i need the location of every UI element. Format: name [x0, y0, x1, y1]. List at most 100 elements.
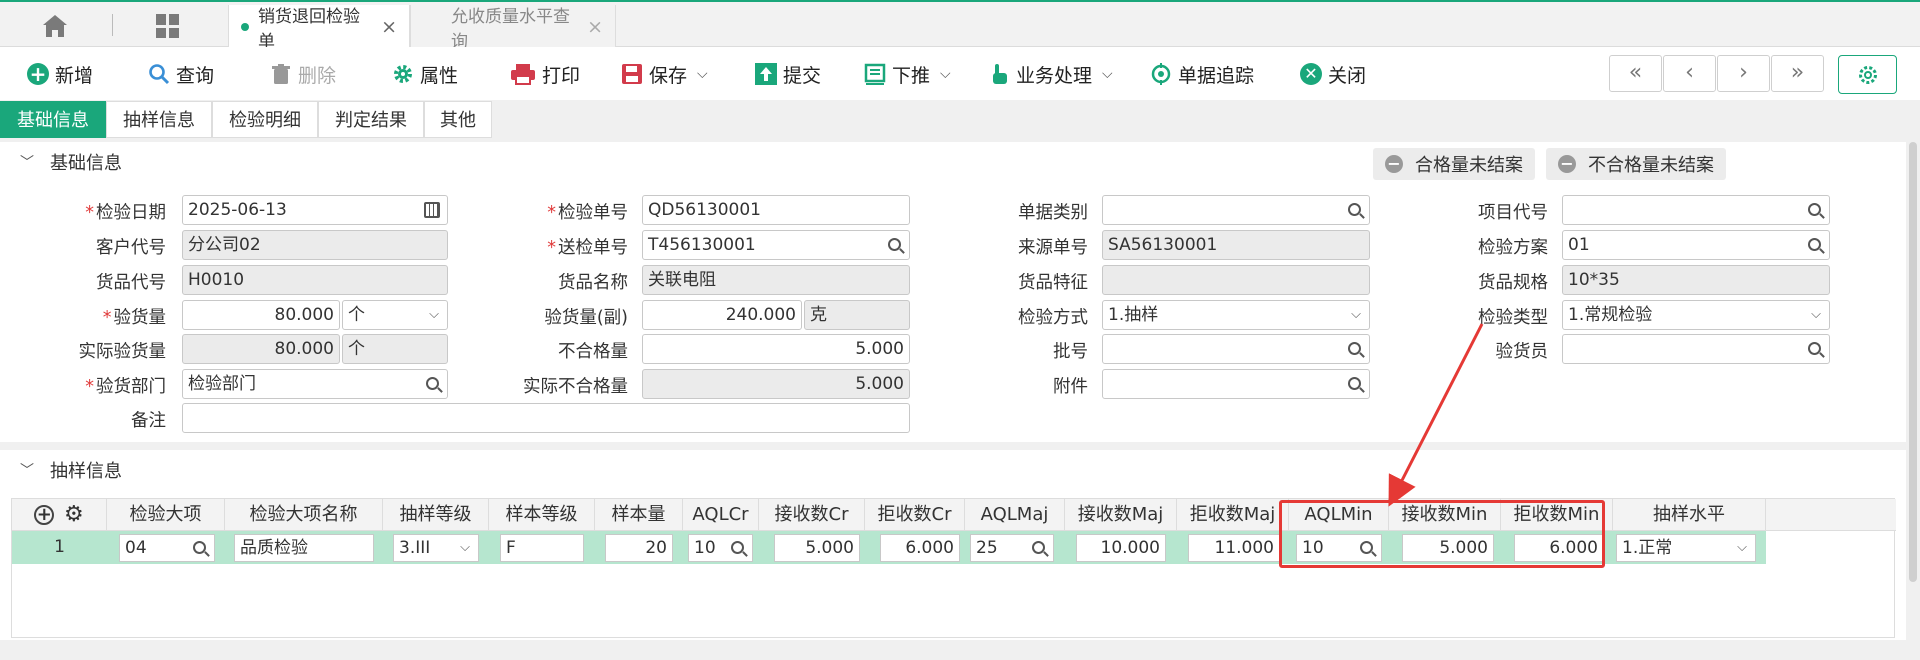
actual-qty-field[interactable]: 80.000 [182, 334, 340, 364]
col-header[interactable]: 检验大项名称 [225, 499, 383, 531]
add-row-icon[interactable]: + [34, 505, 55, 525]
inspect-date-field[interactable]: 2025-06-13 [182, 195, 448, 225]
col-header[interactable]: 拒收数Cr [865, 499, 965, 531]
spec-field[interactable]: 10*35 [1562, 265, 1830, 295]
aql-maj-field[interactable]: 25 [970, 534, 1054, 562]
inspect-no-field[interactable]: QD56130001 [642, 195, 910, 225]
sampling-level-select[interactable]: 1.正常 ⌵ [1616, 534, 1756, 562]
inspector-field[interactable] [1562, 334, 1830, 364]
submit-button[interactable]: 提交 [755, 59, 821, 89]
delete-button[interactable]: 删除 [270, 59, 336, 89]
tab-return-inspection[interactable]: 销货退回检验单 × [228, 5, 410, 52]
chevron-down-icon[interactable]: ⌵ [697, 66, 708, 82]
settings-button[interactable] [1838, 55, 1897, 94]
close-icon[interactable]: × [587, 16, 603, 38]
inspect-unit2-field[interactable]: 克 [804, 300, 910, 330]
tab-inspection-detail[interactable]: 检验明细 [212, 101, 318, 138]
doc-type-field[interactable] [1102, 195, 1370, 225]
chevron-down-icon[interactable]: ﹀ [20, 152, 34, 172]
col-header[interactable]: 检验大项 [107, 499, 225, 531]
trace-button[interactable]: 单据追踪 [1150, 59, 1254, 89]
apps-grid-icon[interactable] [156, 14, 180, 38]
search-icon[interactable] [426, 377, 439, 390]
search-icon[interactable] [1348, 203, 1361, 216]
search-icon[interactable] [888, 238, 901, 251]
gear-icon[interactable]: ⚙ [64, 499, 84, 531]
first-record-button[interactable]: « [1609, 55, 1662, 92]
col-header[interactable]: 拒收数Maj [1177, 499, 1289, 531]
search-icon[interactable] [1348, 377, 1361, 390]
col-header[interactable]: 抽样等级 [383, 499, 489, 531]
search-icon[interactable] [193, 541, 206, 554]
item-field[interactable]: 04 [119, 534, 215, 562]
aql-cr-field[interactable]: 10 [688, 534, 753, 562]
col-header[interactable]: 接收数Cr [759, 499, 865, 531]
search-icon[interactable] [1808, 342, 1821, 355]
source-no-field[interactable]: SA56130001 [1102, 230, 1370, 260]
col-header[interactable]: 样本等级 [489, 499, 595, 531]
actual-unqualified-field[interactable]: 5.000 [642, 369, 910, 399]
col-header[interactable]: 抽样水平 [1613, 499, 1766, 531]
col-header[interactable]: 接收数Maj [1065, 499, 1177, 531]
tab-judgement-result[interactable]: 判定结果 [318, 101, 424, 138]
search-icon[interactable] [1348, 342, 1361, 355]
product-feature-field[interactable] [1102, 265, 1370, 295]
calendar-icon[interactable] [424, 202, 440, 218]
save-button[interactable]: 保存 ⌵ [621, 59, 708, 89]
sample-level-field[interactable]: F [500, 534, 584, 562]
plan-field[interactable]: 01 [1562, 230, 1830, 260]
accept-maj-field[interactable]: 10.000 [1076, 534, 1166, 562]
tab-aql-query[interactable]: 允收质量水平查询 × [410, 5, 616, 52]
last-record-button[interactable]: » [1771, 55, 1824, 92]
col-header[interactable]: AQLCr [683, 499, 759, 531]
next-record-button[interactable]: › [1717, 55, 1770, 92]
print-button[interactable]: 打印 [510, 59, 580, 89]
item-name-field[interactable]: 品质检验 [234, 534, 374, 562]
customer-field[interactable]: 分公司02 [182, 230, 448, 260]
tab-other[interactable]: 其他 [424, 101, 492, 138]
new-button[interactable]: + 新增 [27, 59, 93, 89]
scrollbar-thumb[interactable] [1909, 142, 1917, 582]
unqualified-field[interactable]: 5.000 [642, 334, 910, 364]
attachment-field[interactable] [1102, 369, 1370, 399]
reject-maj-field[interactable]: 11.000 [1188, 534, 1280, 562]
actual-unit-field[interactable]: 个 [342, 334, 448, 364]
query-button[interactable]: 查询 [148, 59, 214, 89]
search-icon[interactable] [1808, 203, 1821, 216]
home-icon[interactable] [40, 12, 70, 40]
inspect-unit-select[interactable]: 个 ⌵ [342, 300, 448, 330]
search-icon[interactable] [1808, 238, 1821, 251]
batch-field[interactable] [1102, 334, 1370, 364]
close-icon[interactable]: × [381, 16, 397, 38]
col-header[interactable]: AQLMaj [965, 499, 1065, 531]
tab-sampling-info[interactable]: 抽样信息 [106, 101, 212, 138]
tab-basic-info[interactable]: 基础信息 [0, 101, 106, 138]
product-code-field[interactable]: H0010 [182, 265, 448, 295]
inspect-qty2-field[interactable]: 240.000 [642, 300, 802, 330]
chevron-down-icon[interactable]: ⌵ [940, 66, 951, 82]
project-field[interactable] [1562, 195, 1830, 225]
search-icon[interactable] [731, 541, 744, 554]
chevron-down-icon[interactable]: ﹀ [20, 460, 34, 480]
sampling-info-header[interactable]: ﹀ 抽样信息 [0, 450, 1906, 490]
dept-field[interactable]: 检验部门 [182, 369, 448, 399]
accept-cr-field[interactable]: 5.000 [774, 534, 860, 562]
vertical-scrollbar[interactable] [1906, 142, 1920, 642]
prev-record-button[interactable]: ‹ [1663, 55, 1716, 92]
inspect-qty-field[interactable]: 80.000 [182, 300, 340, 330]
inspect-type-select[interactable]: 1.常规检验 ⌵ [1562, 300, 1830, 330]
sample-size-field[interactable]: 20 [605, 534, 673, 562]
remark-field[interactable] [182, 403, 910, 433]
close-button[interactable]: ✕ 关闭 [1300, 59, 1366, 89]
method-select[interactable]: 1.抽样 ⌵ [1102, 300, 1370, 330]
send-no-field[interactable]: T456130001 [642, 230, 910, 260]
properties-button[interactable]: 属性 [392, 59, 458, 89]
col-header[interactable]: 样本量 [595, 499, 683, 531]
product-name-field[interactable]: 关联电阻 [642, 265, 910, 295]
reject-cr-field[interactable]: 6.000 [880, 534, 960, 562]
level-select[interactable]: 3.III ⌵ [393, 534, 479, 562]
business-process-button[interactable]: 业务处理 ⌵ [988, 59, 1113, 89]
search-icon[interactable] [1032, 541, 1045, 554]
chevron-down-icon[interactable]: ⌵ [1102, 66, 1113, 82]
push-down-button[interactable]: 下推 ⌵ [864, 59, 951, 89]
